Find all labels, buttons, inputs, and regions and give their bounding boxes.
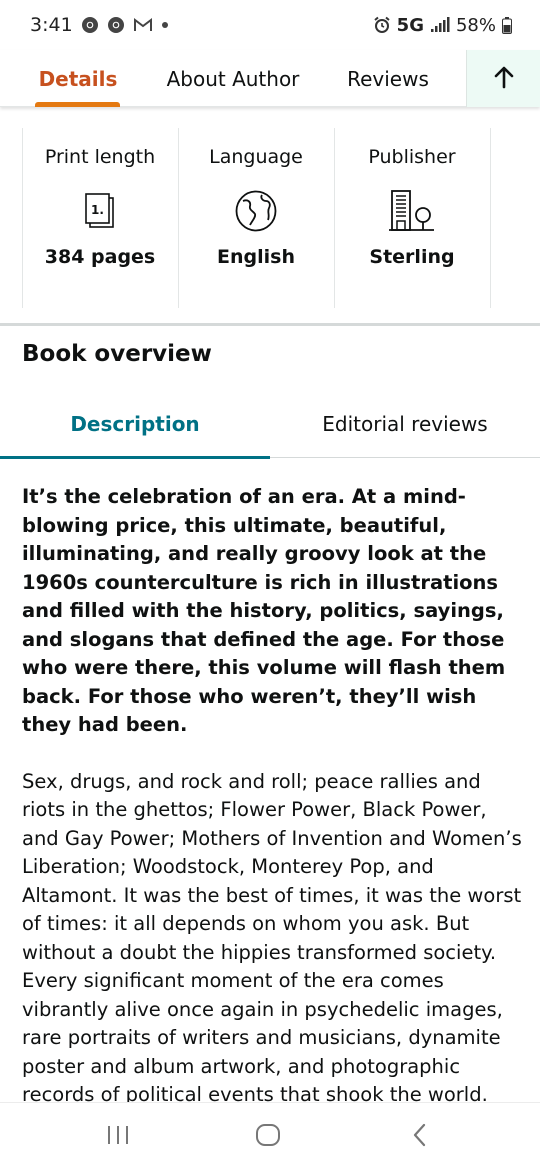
attribute-partial[interactable]: Pu Au [490,128,540,308]
attribute-divider [334,128,335,308]
recent-apps-icon [106,1124,130,1150]
tab-about-author[interactable]: About Author [154,50,312,107]
chrome-icon [107,16,125,34]
attribute-publisher[interactable]: Publisher Sterling [334,128,490,308]
attribute-divider [22,128,23,308]
tab-editorial-reviews-label: Editorial reviews [322,412,488,436]
system-nav-bar [0,1102,540,1170]
attribute-label: Language [209,146,303,168]
tab-description[interactable]: Description [0,395,270,453]
tab-editorial-reviews[interactable]: Editorial reviews [270,395,540,453]
status-left: 3:41 [30,14,169,36]
section-separator [0,323,540,326]
scroll-to-top-button[interactable] [466,50,540,107]
home-button[interactable] [228,1103,308,1170]
attribute-divider [490,128,491,308]
book-overview-title: Book overview [22,341,212,367]
alarm-icon [373,16,391,34]
tab-details[interactable]: Details [20,50,136,107]
tab-reviews[interactable]: Reviews [330,50,446,107]
attribute-label: Print length [44,146,156,168]
chrome-icon [81,16,99,34]
battery-percent: 58% [455,14,496,36]
tab-description-underline [0,456,270,459]
back-button[interactable] [380,1103,460,1170]
status-right: 5G 58% [373,15,512,36]
detail-tabbar: Details About Author Reviews [0,50,540,107]
overview-tabs: Description Editorial reviews [0,395,540,459]
status-time: 3:41 [30,14,73,36]
back-icon [410,1122,430,1152]
tab-reviews-label: Reviews [347,66,429,91]
dot-icon [161,21,169,29]
recent-apps-button[interactable] [78,1103,158,1170]
battery-icon [502,16,512,34]
home-icon [255,1122,281,1152]
signal-icon [430,17,450,33]
gmail-icon [133,17,153,33]
attribute-language[interactable]: Language English [178,128,334,308]
status-bar: 3:41 5G 58% [0,0,540,50]
attribute-print-length[interactable]: Print length 1. 384 pages [22,128,178,308]
page-count-icon-text: 1. [91,203,104,217]
description-summary: It’s the celebration of an era. At a min… [22,485,506,736]
tab-about-author-label: About Author [166,66,300,91]
attribute-value: Sterling [369,246,455,268]
tab-details-label: Details [38,66,118,91]
arrow-up-icon [493,65,515,93]
attribute-label: Publisher [368,146,456,168]
attribute-value: 384 pages [44,246,156,268]
attribute-value: English [217,246,295,268]
description-body: Sex, drugs, and rock and roll; peace ral… [22,769,522,1104]
globe-icon [234,188,278,234]
attribute-divider [178,128,179,308]
page-count-icon: 1. [84,188,116,234]
tab-details-underline [35,102,120,107]
description-content[interactable]: It’s the celebration of an era. At a min… [22,483,522,1103]
network-type: 5G [396,14,424,36]
building-icon [388,188,436,234]
product-attributes-carousel[interactable]: Print length 1. 384 pages Language Engli… [0,128,540,308]
tab-description-label: Description [70,412,200,436]
